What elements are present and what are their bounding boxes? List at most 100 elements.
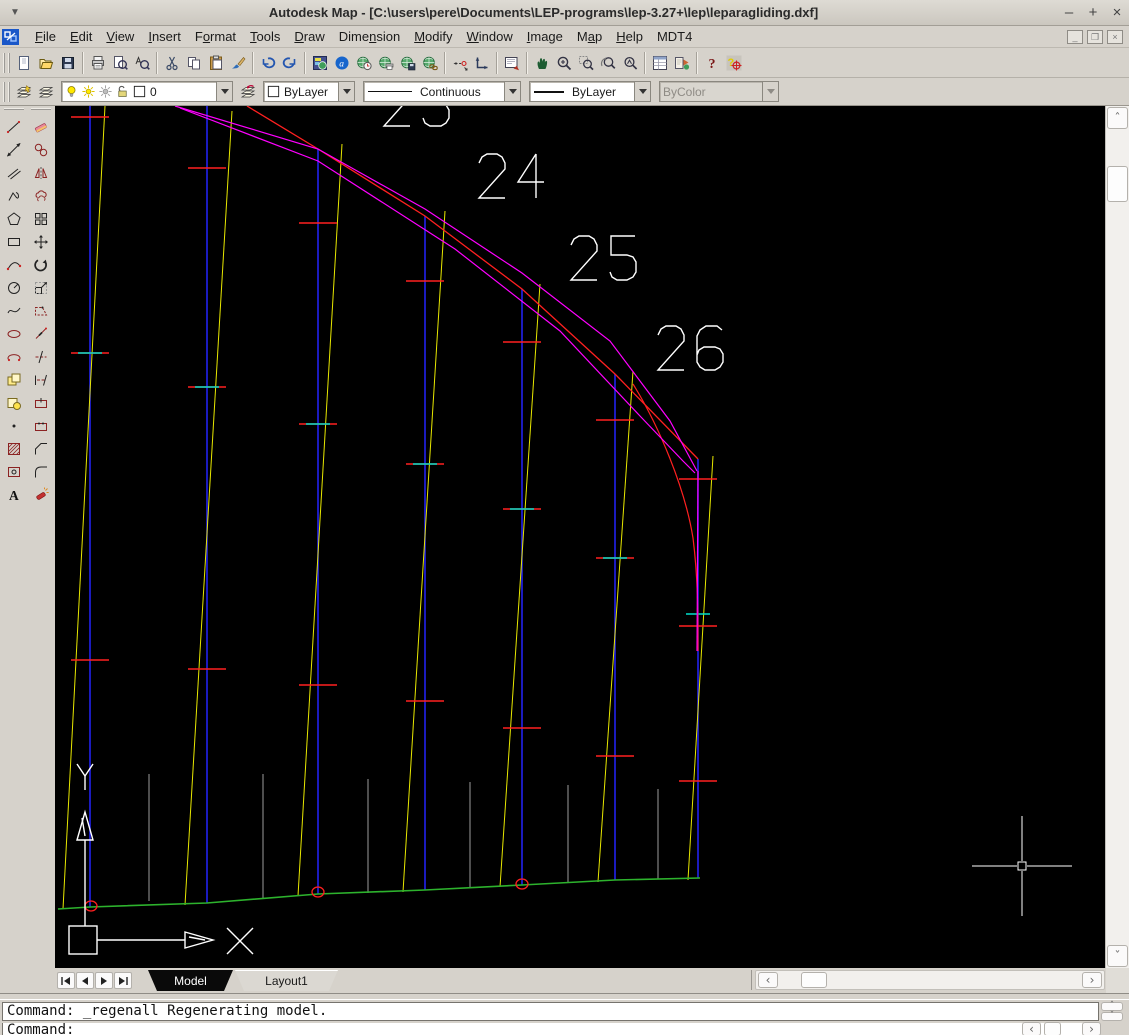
minimize-button[interactable]: – <box>1057 1 1081 25</box>
save-button[interactable] <box>57 51 79 75</box>
command-scroll-right-button[interactable]: › <box>1082 1022 1101 1035</box>
fillet-button[interactable] <box>29 460 53 483</box>
zoomwin-button[interactable] <box>575 51 597 75</box>
command-scroll-up-button[interactable]: ˆ <box>1101 1002 1123 1011</box>
circle-button[interactable] <box>2 276 26 299</box>
properties-button[interactable] <box>649 51 671 75</box>
viewport-button[interactable] <box>501 51 523 75</box>
hyperlink-button[interactable]: a <box>331 51 353 75</box>
color-combo-dropdown[interactable] <box>338 82 354 101</box>
redo-button[interactable] <box>279 51 301 75</box>
line-button[interactable] <box>2 115 26 138</box>
multiline-button[interactable] <box>2 161 26 184</box>
explode-button[interactable] <box>29 483 53 506</box>
insert-block-button[interactable] <box>2 368 26 391</box>
toolbar-grip[interactable] <box>3 52 10 73</box>
sun-icon[interactable] <box>81 84 96 99</box>
scroll-left-button[interactable]: ‹ <box>758 972 778 988</box>
undo-button[interactable] <box>257 51 279 75</box>
command-history[interactable]: Command: _regenall Regenerating model. <box>2 1002 1099 1021</box>
menu-help[interactable]: Help <box>609 27 650 46</box>
menu-edit[interactable]: Edit <box>63 27 99 46</box>
layer-combo[interactable]: 0 <box>61 81 233 102</box>
move-button[interactable] <box>29 230 53 253</box>
mdi-close-button[interactable]: × <box>1107 29 1123 44</box>
cut-button[interactable] <box>161 51 183 75</box>
scroll-down-button[interactable]: ˇ <box>1107 945 1128 967</box>
zoomprev-button[interactable] <box>597 51 619 75</box>
array-button[interactable] <box>29 207 53 230</box>
command-input[interactable]: Command: <box>2 1023 1099 1035</box>
zoomscale-button[interactable] <box>619 51 641 75</box>
mapsave-button[interactable] <box>397 51 419 75</box>
help-button[interactable]: ? <box>701 51 723 75</box>
mdi-minimize-button[interactable]: _ <box>1067 29 1083 44</box>
tab-model[interactable]: Model <box>148 970 233 991</box>
zoomrt-button[interactable] <box>553 51 575 75</box>
pan-button[interactable] <box>531 51 553 75</box>
color-combo[interactable]: ByLayer <box>263 81 355 102</box>
distance-button[interactable] <box>449 51 471 75</box>
menu-dimension[interactable]: Dimension <box>332 27 407 46</box>
maplink-button[interactable] <box>419 51 441 75</box>
lineweight-combo[interactable]: ByLayer <box>529 81 651 102</box>
preview-button[interactable] <box>109 51 131 75</box>
maximize-button[interactable]: + <box>1081 1 1105 25</box>
layers-button[interactable] <box>35 80 57 104</box>
menu-format[interactable]: Format <box>188 27 243 46</box>
construction-line-button[interactable] <box>2 138 26 161</box>
sunvp-icon[interactable] <box>98 84 113 99</box>
layerprev-button[interactable] <box>237 80 259 104</box>
vertical-scroll-thumb[interactable] <box>1107 166 1128 202</box>
print-button[interactable] <box>87 51 109 75</box>
rotate-button[interactable] <box>29 253 53 276</box>
ucstool-button[interactable] <box>471 51 493 75</box>
spline-button[interactable] <box>2 299 26 322</box>
menu-insert[interactable]: Insert <box>141 27 188 46</box>
ellipse-arc-button[interactable] <box>2 345 26 368</box>
horizontal-scroll-thumb[interactable] <box>801 972 827 988</box>
trim-button[interactable] <box>29 345 53 368</box>
break-at-point-button[interactable] <box>29 391 53 414</box>
tab-last-button[interactable] <box>114 972 132 989</box>
make-block-button[interactable] <box>2 391 26 414</box>
menu-map[interactable]: Map <box>570 27 609 46</box>
point-button[interactable] <box>2 414 26 437</box>
new-button[interactable] <box>13 51 35 75</box>
mdi-restore-button[interactable]: ❐ <box>1087 29 1103 44</box>
menu-mdt4[interactable]: MDT4 <box>650 27 699 46</box>
drawing-canvas[interactable] <box>55 106 1105 968</box>
ellipse-button[interactable] <box>2 322 26 345</box>
menu-modify[interactable]: Modify <box>407 27 459 46</box>
lineweight-combo-dropdown[interactable] <box>634 82 650 101</box>
erase-button[interactable] <box>29 115 53 138</box>
mirror-button[interactable] <box>29 161 53 184</box>
linetype-combo-dropdown[interactable] <box>504 82 520 101</box>
offset-button[interactable] <box>29 184 53 207</box>
bulb-icon[interactable] <box>64 84 79 99</box>
tab-first-button[interactable] <box>57 972 75 989</box>
toolbar-grip[interactable] <box>3 81 10 102</box>
horizontal-scrollbar[interactable]: ‹ › <box>755 970 1105 990</box>
close-button[interactable]: × <box>1105 1 1129 25</box>
arc-button[interactable] <box>2 253 26 276</box>
tab-previous-button[interactable] <box>76 972 94 989</box>
hatch-button[interactable] <box>2 437 26 460</box>
rectangle-button[interactable] <box>2 230 26 253</box>
matchprops-button[interactable] <box>227 51 249 75</box>
linetype-combo[interactable]: Continuous <box>363 81 521 102</box>
command-scroll-left-button[interactable]: ‹ <box>1022 1022 1041 1035</box>
menu-draw[interactable]: Draw <box>287 27 331 46</box>
break-button[interactable] <box>29 414 53 437</box>
command-scroll-down-button[interactable]: ˇ <box>1101 1012 1123 1021</box>
chamfer-button[interactable] <box>29 437 53 460</box>
mapmenu-button[interactable] <box>309 51 331 75</box>
tab-layout1[interactable]: Layout1 <box>235 970 338 991</box>
stretch-button[interactable] <box>29 299 53 322</box>
osnap-button[interactable]: ? <box>723 51 745 75</box>
lockopen-icon[interactable] <box>115 84 130 99</box>
open-button[interactable] <box>35 51 57 75</box>
tab-next-button[interactable] <box>95 972 113 989</box>
lengthen-button[interactable] <box>29 322 53 345</box>
menu-file[interactable]: File <box>28 27 63 46</box>
